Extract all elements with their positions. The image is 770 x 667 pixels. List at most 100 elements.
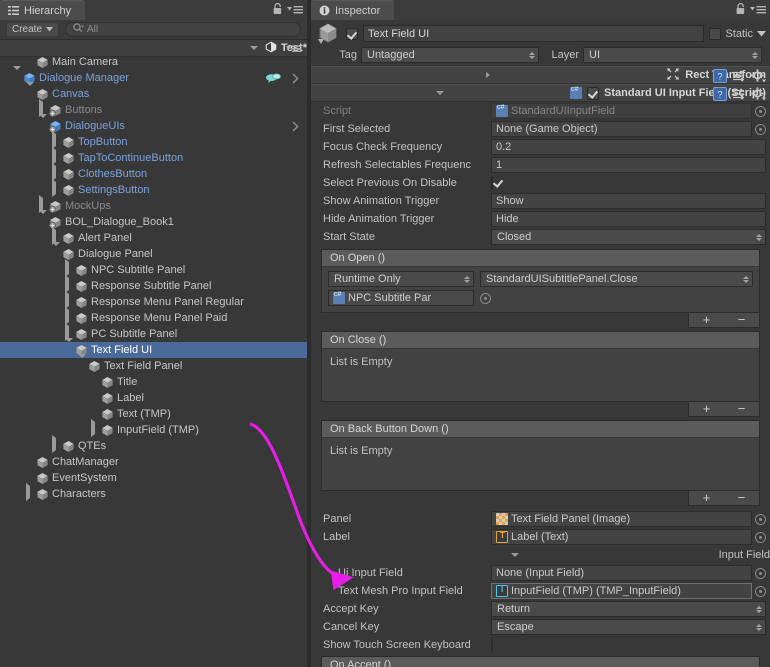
object-picker-icon[interactable]	[755, 585, 766, 597]
gameobject-name-input[interactable]: Text Field UI	[363, 25, 705, 42]
create-button[interactable]: Create	[6, 22, 60, 37]
chevron-down-icon[interactable]	[757, 28, 766, 40]
chevron-down-icon[interactable]	[39, 210, 49, 230]
event-method-dropdown[interactable]: StandardUISubtitlePanel.Close	[480, 271, 753, 287]
hierarchy-item-dialogueuis[interactable]: DialogueUIs	[0, 114, 307, 135]
hierarchy-item-qtes[interactable]: QTEs	[0, 435, 307, 454]
hamburger-icon[interactable]	[287, 4, 303, 17]
object-field[interactable]: Text Field Panel (Image)	[491, 511, 752, 527]
text-input[interactable]: Hide	[491, 211, 766, 227]
scene-context-menu-icon[interactable]	[286, 44, 302, 53]
chevron-right-icon[interactable]	[52, 435, 62, 454]
text-input[interactable]: Show	[491, 193, 766, 209]
hierarchy-item-title[interactable]: Title	[0, 374, 307, 390]
chevron-down-icon[interactable]	[510, 553, 519, 557]
chevron-down-icon[interactable]	[39, 114, 49, 134]
hierarchy-item-npc-subtitle-panel[interactable]: NPC Subtitle Panel	[0, 259, 307, 278]
hierarchy-item-taptocontinuebutton[interactable]: TapToContinueButton	[0, 147, 307, 166]
object-picker-icon[interactable]	[755, 567, 766, 579]
object-picker-icon[interactable]	[755, 123, 766, 135]
hierarchy-item-eventsystem[interactable]: EventSystem	[0, 470, 307, 486]
static-toggle-group[interactable]: Static	[709, 27, 766, 40]
hierarchy-search-input[interactable]: All	[65, 22, 301, 37]
object-field[interactable]: None (Game Object)	[491, 121, 752, 137]
hierarchy-item-dialogue-manager[interactable]: Dialogue Manager	[0, 66, 307, 87]
dropdown[interactable]: Escape	[491, 619, 766, 635]
dropdown[interactable]: Closed	[491, 229, 766, 245]
component-enabled-checkbox[interactable]	[587, 86, 600, 100]
checkbox[interactable]	[491, 176, 493, 190]
object-picker-icon[interactable]	[480, 292, 491, 304]
object-field[interactable]: None (Input Field)	[491, 565, 752, 581]
hierarchy-item-alert-panel[interactable]: Alert Panel	[0, 227, 307, 246]
hierarchy-item-response-menu-panel-paid[interactable]: Response Menu Panel Paid	[0, 307, 307, 326]
lock-icon[interactable]	[272, 3, 283, 18]
hierarchy-item-text-tmp[interactable]: Text (TMP)	[0, 406, 307, 422]
chevron-right-overflow-icon[interactable]	[292, 73, 299, 87]
checkbox[interactable]	[491, 638, 493, 652]
hierarchy-item-characters[interactable]: Characters	[0, 483, 307, 502]
hierarchy-item-clothesbutton[interactable]: ClothesButton	[0, 163, 307, 182]
remove-event-button[interactable]: −	[724, 491, 759, 505]
chevron-down-icon[interactable]	[78, 354, 88, 374]
hierarchy-item-response-subtitle-panel[interactable]: Response Subtitle Panel	[0, 275, 307, 294]
chevron-down-icon[interactable]	[436, 91, 445, 95]
tab-inspector[interactable]: Inspector	[311, 0, 395, 20]
hierarchy-item-label: Title	[117, 376, 138, 388]
hierarchy-item-label[interactable]: Label	[0, 390, 307, 406]
chevron-right-icon[interactable]	[52, 179, 62, 198]
add-event-button[interactable]: +	[689, 402, 724, 416]
dropdown[interactable]: Return	[491, 601, 766, 617]
add-event-button[interactable]: +	[689, 491, 724, 505]
preset-icon[interactable]	[732, 87, 746, 104]
object-picker-icon[interactable]	[755, 513, 766, 525]
object-field[interactable]: InputField (TMP) (TMP_InputField)	[491, 583, 752, 599]
hierarchy-item-main-camera[interactable]: Main Camera	[0, 54, 307, 70]
hierarchy-item-response-menu-panel-regular[interactable]: Response Menu Panel Regular	[0, 291, 307, 310]
tmp-input-icon	[496, 585, 508, 597]
hierarchy-item-settingsbutton[interactable]: SettingsButton	[0, 179, 307, 198]
chevron-right-icon[interactable]	[26, 483, 36, 502]
object-field[interactable]: Label (Text)	[491, 529, 752, 545]
chevron-down-icon[interactable]	[65, 338, 75, 358]
hierarchy-item-bol-dialogue-book1[interactable]: BOL_Dialogue_Book1	[0, 210, 307, 230]
property-label: First Selected	[323, 123, 391, 135]
hierarchy-item-topbutton[interactable]: TopButton	[0, 131, 307, 150]
chevron-down-icon[interactable]	[52, 242, 62, 262]
hierarchy-item-pc-subtitle-panel[interactable]: PC Subtitle Panel	[0, 323, 307, 342]
gear-icon[interactable]	[751, 87, 766, 104]
hierarchy-item-chatmanager[interactable]: ChatManager	[0, 454, 307, 470]
hierarchy-item-text-field-panel[interactable]: Text Field Panel	[0, 354, 307, 374]
chevron-down-icon[interactable]	[26, 82, 36, 102]
object-picker-icon[interactable]	[755, 105, 766, 117]
chevron-right-overflow-icon[interactable]	[292, 121, 299, 135]
chevron-right-icon[interactable]	[486, 72, 491, 78]
lock-icon[interactable]	[735, 3, 746, 18]
input-field-foldout[interactable]: Input Field	[311, 546, 770, 564]
gameobject-enabled-checkbox[interactable]	[346, 27, 358, 40]
hamburger-icon[interactable]	[750, 4, 766, 17]
tag-dropdown[interactable]: Untagged	[361, 47, 539, 63]
add-event-button[interactable]: +	[689, 313, 724, 327]
hierarchy-item-dialogue-panel[interactable]: Dialogue Panel	[0, 242, 307, 262]
layer-dropdown[interactable]: UI	[583, 47, 762, 63]
hierarchy-item-canvas[interactable]: Canvas	[0, 82, 307, 102]
object-field[interactable]: StandardUIInputField	[491, 103, 752, 119]
chevron-down-icon[interactable]	[13, 66, 23, 86]
static-checkbox[interactable]	[709, 27, 722, 40]
remove-event-button[interactable]: −	[724, 313, 759, 327]
text-input[interactable]: 1	[491, 157, 766, 173]
event-target-object-field[interactable]: NPC Subtitle Par	[328, 290, 474, 306]
component-header-rect-transform[interactable]: Rect Transform ?	[311, 66, 770, 84]
chevron-right-icon[interactable]	[91, 419, 101, 438]
help-icon[interactable]: ?	[713, 87, 727, 104]
scene-expand-arrow[interactable]	[249, 46, 258, 50]
hierarchy-item-text-field-ui[interactable]: Text Field UI	[0, 338, 307, 358]
event-mode-dropdown[interactable]: Runtime Only	[328, 271, 474, 287]
remove-event-button[interactable]: −	[724, 402, 759, 416]
object-picker-icon[interactable]	[755, 531, 766, 543]
tab-hierarchy[interactable]: Hierarchy	[0, 0, 86, 20]
hierarchy-item-inputfield-tmp[interactable]: InputField (TMP)	[0, 419, 307, 438]
text-input[interactable]: 0.2	[491, 139, 766, 155]
component-header-standard-ui-input-field[interactable]: Standard UI Input Field (Script) ?	[311, 84, 770, 102]
